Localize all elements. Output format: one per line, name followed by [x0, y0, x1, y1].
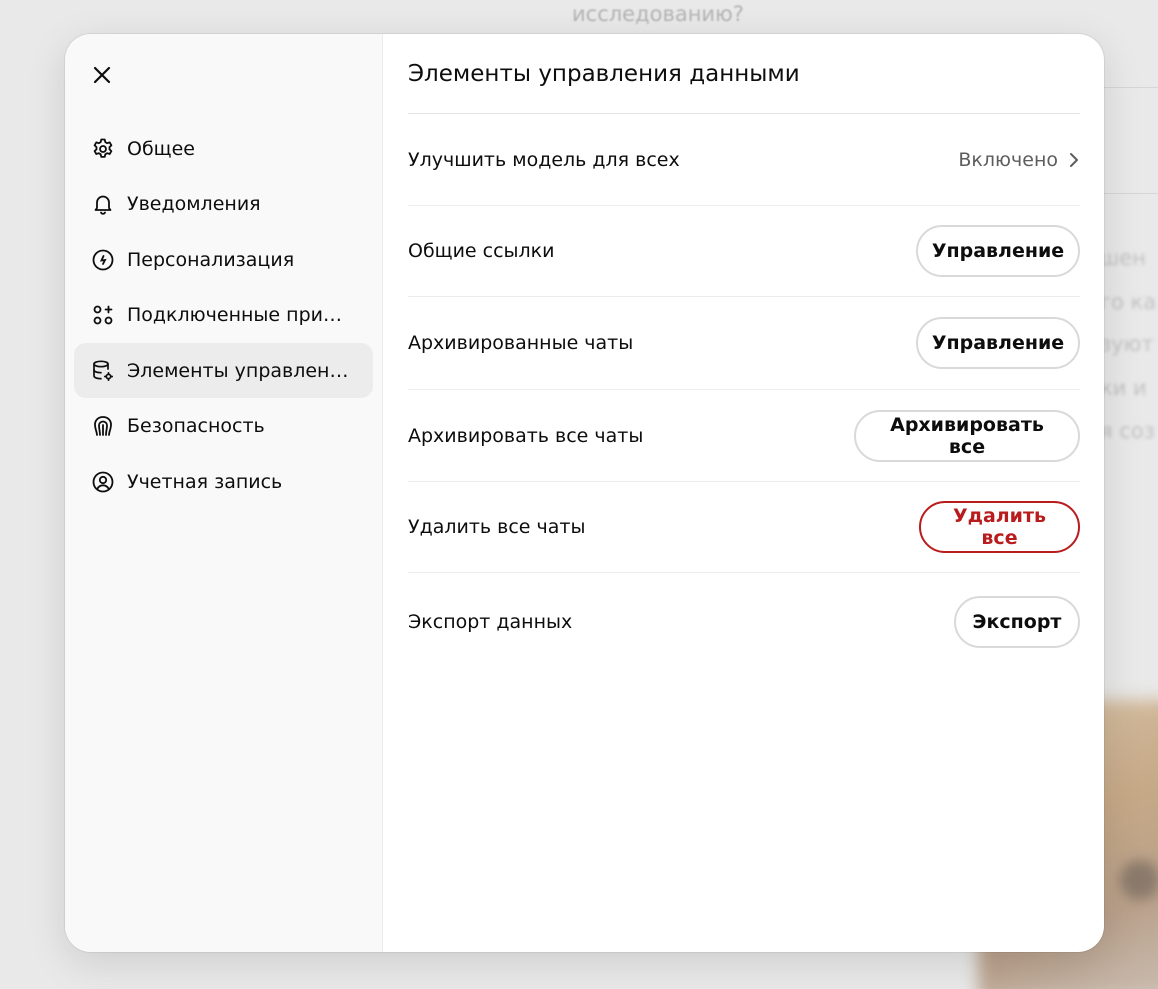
personalization-icon [90, 247, 116, 273]
page-title: Элементы управления данными [408, 58, 1080, 114]
background-divider [1104, 193, 1158, 194]
sidebar-item-notifications[interactable]: Уведомления [74, 177, 373, 232]
bell-icon [90, 191, 116, 217]
sidebar-item-label: Персонализация [127, 248, 295, 271]
sidebar-item-security[interactable]: Безопасность [74, 399, 373, 454]
background-text-fragment: го ка [1100, 290, 1157, 314]
setting-label: Общие ссылки [408, 240, 555, 262]
sidebar-item-label: Безопасность [127, 415, 265, 437]
setting-label: Архивировать все чаты [408, 424, 644, 447]
sidebar-item-connected-apps[interactable]: Подключенные прил… [74, 288, 373, 343]
security-icon [90, 413, 116, 439]
close-icon [93, 66, 111, 84]
delete-all-button[interactable]: Удалить все [919, 501, 1080, 553]
background-text-fragment: шен [1100, 246, 1146, 270]
sidebar-item-label: Уведомления [127, 193, 261, 215]
background-text: исследованию? [572, 2, 744, 26]
settings-modal: Общее Уведомления Персонализация Подключ… [65, 34, 1104, 952]
chevron-right-icon [1070, 152, 1078, 167]
setting-label: Экспорт данных [408, 611, 573, 633]
sidebar-item-data-controls[interactable]: Элементы управлени… [74, 343, 373, 398]
improve-model-toggle-link[interactable]: Включено [958, 149, 1080, 171]
setting-value: Включено [958, 148, 1058, 171]
account-icon [90, 469, 116, 495]
background-text-fragment: ки и [1100, 376, 1147, 400]
settings-content: Элементы управления данными Улучшить мод… [383, 34, 1104, 952]
sidebar-item-account[interactable]: Учетная запись [74, 454, 373, 509]
archive-all-button[interactable]: Архивировать все [854, 409, 1080, 462]
manage-shared-links-button[interactable]: Управление [916, 225, 1080, 277]
sidebar-item-label: Элементы управлени… [127, 359, 353, 382]
setting-label: Улучшить модель для всех [408, 148, 680, 171]
setting-row-archive-all: Архивировать все чаты Архивировать все [408, 390, 1080, 482]
background-image-detail [1120, 860, 1158, 900]
background-text-fragment: зуют [1100, 332, 1154, 356]
sidebar-item-label: Общее [127, 137, 195, 160]
export-button[interactable]: Экспорт [954, 596, 1080, 648]
setting-row-improve-model: Улучшить модель для всех Включено [408, 114, 1080, 206]
setting-row-export: Экспорт данных Экспорт [408, 573, 1080, 671]
settings-sidebar: Общее Уведомления Персонализация Подключ… [65, 34, 383, 952]
close-button[interactable] [87, 60, 117, 90]
gear-icon [90, 136, 116, 162]
setting-row-delete-all: Удалить все чаты Удалить все [408, 482, 1080, 573]
sidebar-item-label: Подключенные прил… [127, 304, 353, 326]
manage-archived-chats-button[interactable]: Управление [916, 317, 1080, 369]
connected-apps-icon [90, 302, 116, 328]
background-divider [1104, 87, 1158, 88]
setting-row-shared-links: Общие ссылки Управление [408, 206, 1080, 297]
settings-nav: Общее Уведомления Персонализация Подключ… [74, 121, 373, 510]
sidebar-item-label: Учетная запись [127, 470, 283, 493]
setting-label: Удалить все чаты [408, 516, 586, 538]
background-text-fragment: я соз [1100, 419, 1155, 443]
sidebar-item-personalization[interactable]: Персонализация [74, 232, 373, 287]
setting-row-archived-chats: Архивированные чаты Управление [408, 297, 1080, 390]
sidebar-item-general[interactable]: Общее [74, 121, 373, 176]
setting-label: Архивированные чаты [408, 332, 634, 354]
data-controls-icon [90, 358, 116, 384]
